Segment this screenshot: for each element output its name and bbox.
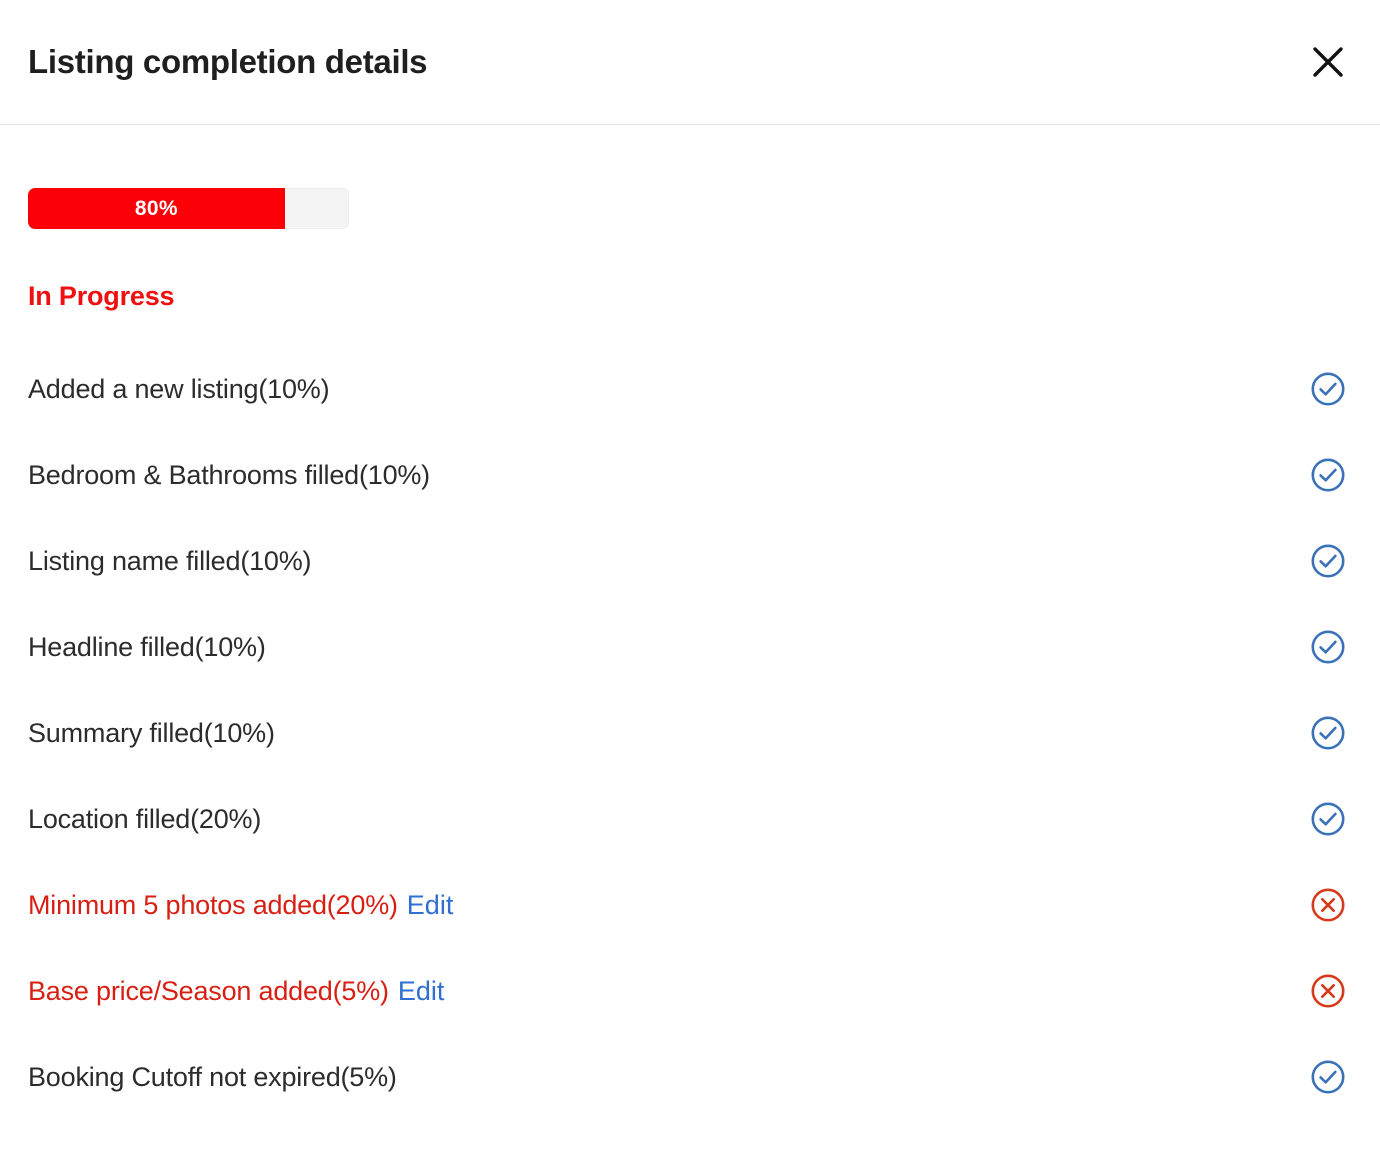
checklist-item-label: Location filled(20%) [28, 803, 262, 834]
checklist-item: Listing name filled(10%) [28, 518, 1352, 604]
check-circle-icon [1308, 455, 1348, 495]
checklist-item-text: Bedroom & Bathrooms filled(10%) [28, 459, 430, 491]
modal-body: 80% In Progress Added a new listing(10%)… [0, 125, 1380, 1120]
error-circle-icon [1308, 885, 1348, 925]
progress-section: 80% [28, 125, 1352, 229]
checklist-item-label: Base price/Season added(5%) [28, 975, 389, 1006]
modal-header: Listing completion details [0, 0, 1380, 125]
checklist-item-text: Location filled(20%) [28, 803, 261, 835]
status-badge: In Progress [28, 281, 175, 311]
checklist-item: Base price/Season added(5%) Edit [28, 948, 1352, 1034]
checklist-item-label: Added a new listing(10%) [28, 373, 330, 404]
checklist-item-label: Summary filled(10%) [28, 717, 275, 748]
check-circle-icon [1308, 713, 1348, 753]
checklist-item-text: Added a new listing(10%) [28, 373, 330, 405]
checklist-item: Location filled(20%) [28, 776, 1352, 862]
checklist-item-text: Minimum 5 photos added(20%) Edit [28, 889, 453, 921]
checklist-item: Headline filled(10%) [28, 604, 1352, 690]
close-icon [1311, 45, 1345, 79]
checklist-item-label: Bedroom & Bathrooms filled(10%) [28, 459, 430, 490]
completion-checklist: Added a new listing(10%) Bedroom & Bathro… [28, 346, 1352, 1120]
checklist-item-text: Listing name filled(10%) [28, 545, 312, 577]
check-circle-icon [1308, 1057, 1348, 1097]
close-button[interactable] [1302, 36, 1354, 88]
listing-completion-modal: Listing completion details 80% In Progre… [0, 0, 1380, 1174]
checklist-item: Booking Cutoff not expired(5%) [28, 1034, 1352, 1120]
checklist-item: Minimum 5 photos added(20%) Edit [28, 862, 1352, 948]
checklist-item-label: Booking Cutoff not expired(5%) [28, 1061, 397, 1092]
checklist-item-label: Minimum 5 photos added(20%) [28, 889, 398, 920]
checklist-item-label: Listing name filled(10%) [28, 545, 312, 576]
progress-bar-fill: 80% [28, 188, 285, 229]
checklist-item: Summary filled(10%) [28, 690, 1352, 776]
checklist-item: Added a new listing(10%) [28, 346, 1352, 432]
completion-progress-bar: 80% [28, 188, 349, 229]
check-circle-icon [1308, 369, 1348, 409]
checklist-item-text: Headline filled(10%) [28, 631, 266, 663]
progress-percent-label: 80% [134, 196, 178, 220]
error-circle-icon [1308, 971, 1348, 1011]
checklist-item-text: Booking Cutoff not expired(5%) [28, 1061, 397, 1093]
checklist-item-text: Base price/Season added(5%) Edit [28, 975, 444, 1007]
checklist-item-text: Summary filled(10%) [28, 717, 275, 749]
check-circle-icon [1308, 627, 1348, 667]
edit-link[interactable]: Edit [407, 890, 454, 920]
checklist-item: Bedroom & Bathrooms filled(10%) [28, 432, 1352, 518]
checklist-item-label: Headline filled(10%) [28, 631, 266, 662]
check-circle-icon [1308, 799, 1348, 839]
edit-link[interactable]: Edit [398, 976, 445, 1006]
check-circle-icon [1308, 541, 1348, 581]
page-title: Listing completion details [28, 42, 428, 80]
